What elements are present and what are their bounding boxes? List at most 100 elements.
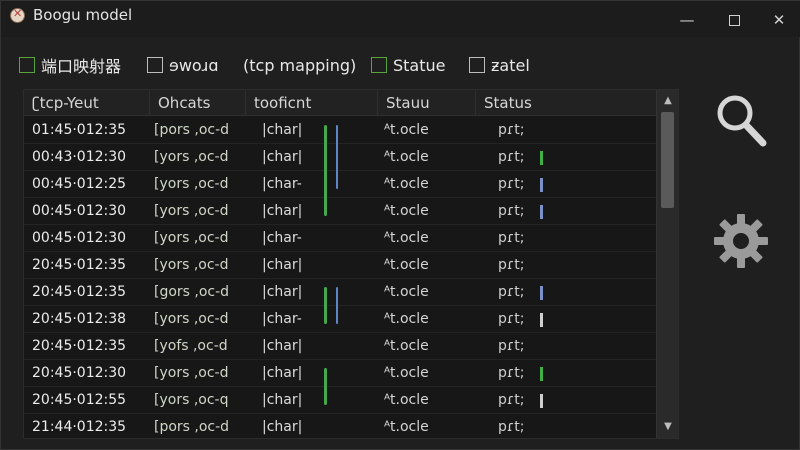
filter-swoup[interactable]: ɘwoɹɑ <box>147 51 219 79</box>
mapping-table: ʗtcp-Yeut Ohcats tooficnt Stauu Status 0… <box>23 89 679 439</box>
cell-tool: |char- <box>262 230 302 246</box>
cell-tool: |char| <box>262 149 303 165</box>
cell-stauu: ᴬt.ocle <box>384 176 429 192</box>
table-row[interactable]: 21:44·012:35 [pors ,oc-d |char| ᴬt.ocle pɾt; <box>24 414 656 438</box>
status-indicator <box>540 151 543 165</box>
zatel-checkbox[interactable] <box>469 57 485 73</box>
cell-time: 20:45·012:55 <box>32 392 127 408</box>
cell-status: pɾt; <box>498 176 525 192</box>
port-mapper-label: 端口映射器 <box>41 57 122 76</box>
table-row[interactable]: 01:45·012:35 [pors ,oc-d |char| ᴬt.ocle pɾt; <box>24 117 656 144</box>
swoup-checkbox[interactable] <box>147 57 163 73</box>
cell-ohcats: [yors ,oc-d <box>154 311 229 327</box>
table-row[interactable]: 00:45·012:25 [yors ,oc-d |char-ᴬt.ocle pɾt; <box>24 171 656 198</box>
table-row[interactable]: 00:45·012:30 [yors ,oc-d |char-ᴬt.ocle pɾt; <box>24 225 656 252</box>
zatel-label: ƶatel <box>491 55 530 75</box>
cell-time: 01:45·012:35 <box>32 122 127 138</box>
table-header: ʗtcp-Yeut Ohcats tooficnt Stauu Status <box>24 90 656 116</box>
tcp-mapping-label: (tcp mapping) <box>243 55 357 75</box>
scroll-down-arrow-icon[interactable]: ▼ <box>657 418 678 436</box>
cell-ohcats: [yors ,oc-q <box>154 392 229 408</box>
cell-status: pɾt; <box>498 257 525 273</box>
cell-time: 00:45·012:25 <box>32 176 127 192</box>
column-header-ohcats[interactable]: Ohcats <box>150 90 246 116</box>
status-indicator <box>540 394 543 408</box>
table-row[interactable]: 20:45·012:30 [yors ,oc-d |char| ᴬt.ocle pɾt; <box>24 360 656 387</box>
maximize-icon <box>728 15 740 26</box>
cell-ohcats: [yors ,oc-d <box>154 149 229 165</box>
status-indicator <box>540 286 543 300</box>
cell-stauu: ᴬt.ocle <box>384 311 429 327</box>
cell-time: 20:45·012:38 <box>32 311 127 327</box>
row-connector-line <box>324 368 327 405</box>
status-indicator <box>540 205 543 219</box>
cell-status: pɾt; <box>498 365 525 381</box>
cell-tool: |char| <box>262 419 303 435</box>
scroll-thumb[interactable] <box>661 112 674 208</box>
table-row[interactable]: 20:45·012:35 [yors ,oc-d |char| ᴬt.ocle pɾt; <box>24 252 656 279</box>
cell-tool: |char| <box>262 365 303 381</box>
table-row[interactable]: 00:43·012:30 [yors ,oc-d |char| ᴬt.ocle pɾt; <box>24 144 656 171</box>
filter-zatel[interactable]: ƶatel <box>469 51 530 79</box>
column-header-stauu[interactable]: Stauu <box>378 90 476 116</box>
minimize-button[interactable]: — <box>671 7 703 33</box>
cell-ohcats: [gors ,oc-d <box>154 284 230 300</box>
cell-ohcats: [yors ,oc-d <box>154 203 229 219</box>
cell-ohcats: [yofs ,oc-d <box>154 338 228 354</box>
column-header-tcp[interactable]: ʗtcp-Yeut <box>24 90 150 116</box>
vertical-scrollbar[interactable]: ▲ ▼ <box>656 90 678 438</box>
cell-tool: |char| <box>262 257 303 273</box>
status-indicator <box>540 367 543 381</box>
cell-tool: |char| <box>262 338 303 354</box>
filter-bar: 端口映射器 ɘwoɹɑ (tcp mapping) Statue ƶatel <box>19 51 579 79</box>
cell-status: pɾt; <box>498 230 525 246</box>
row-connector-line <box>336 287 338 324</box>
cell-status: pɾt; <box>498 149 525 165</box>
table-row[interactable]: 00:45·012:30 [yors ,oc-d |char| ᴬt.ocle pɾt; <box>24 198 656 225</box>
gear-icon <box>714 214 768 268</box>
row-connector-line <box>336 125 338 189</box>
filter-statue[interactable]: Statue <box>371 51 446 79</box>
cell-tool: |char| <box>262 203 303 219</box>
cell-ohcats: [yors ,oc-d <box>154 230 229 246</box>
filter-tcp-mapping: (tcp mapping) <box>243 51 356 79</box>
cell-time: 21:44·012:35 <box>32 419 127 435</box>
app-window: Boogu model — ✕ 端口映射器 ɘwoɹɑ (tcp mapping… <box>0 0 800 450</box>
title-bar[interactable]: Boogu model — ✕ <box>1 1 800 37</box>
row-connector-line <box>324 287 327 324</box>
cell-stauu: ᴬt.ocle <box>384 365 429 381</box>
close-button[interactable]: ✕ <box>763 7 795 33</box>
cell-tool: |char| <box>262 284 303 300</box>
cell-tool: |char| <box>262 122 303 138</box>
table-row[interactable]: 20:45·012:35 [gors ,oc-d |char| ᴬt.ocle pɾt; <box>24 279 656 306</box>
filter-port-mapper[interactable]: 端口映射器 <box>19 51 121 79</box>
table-row[interactable]: 20:45·012:38 [yors ,oc-d |char-ᴬt.ocle pɾt; <box>24 306 656 333</box>
column-header-status[interactable]: Status <box>476 90 656 116</box>
cell-stauu: ᴬt.ocle <box>384 149 429 165</box>
table-row[interactable]: 20:45·012:35 [yofs ,oc-d |char| ᴬt.ocle pɾt; <box>24 333 656 360</box>
cell-tool: |char- <box>262 311 302 327</box>
cell-stauu: ᴬt.ocle <box>384 122 429 138</box>
maximize-button[interactable] <box>718 7 750 33</box>
settings-button[interactable] <box>701 205 781 277</box>
scroll-up-arrow-icon[interactable]: ▲ <box>657 92 678 110</box>
port-mapper-checkbox[interactable] <box>19 57 35 73</box>
status-indicator <box>540 178 543 192</box>
app-logo-icon <box>10 7 25 23</box>
swoup-label: ɘwoɹɑ <box>169 55 219 75</box>
cell-status: pɾt; <box>498 338 525 354</box>
cell-time: 20:45·012:35 <box>32 338 127 354</box>
search-button[interactable] <box>701 85 781 157</box>
cell-stauu: ᴬt.ocle <box>384 230 429 246</box>
cell-ohcats: [pors ,oc-d <box>154 419 230 435</box>
statue-checkbox[interactable] <box>371 57 387 73</box>
cell-time: 00:43·012:30 <box>32 149 127 165</box>
cell-tool: |char- <box>262 176 302 192</box>
cell-status: pɾt; <box>498 284 525 300</box>
cell-ohcats: [pors ,oc-d <box>154 122 230 138</box>
cell-status: pɾt; <box>498 419 525 435</box>
table-row[interactable]: 20:45·012:55 [yors ,oc-q |char| ᴬt.ocle pɾt; <box>24 387 656 414</box>
cell-stauu: ᴬt.ocle <box>384 203 429 219</box>
column-header-tooficnt[interactable]: tooficnt <box>246 90 378 116</box>
cell-status: pɾt; <box>498 122 525 138</box>
